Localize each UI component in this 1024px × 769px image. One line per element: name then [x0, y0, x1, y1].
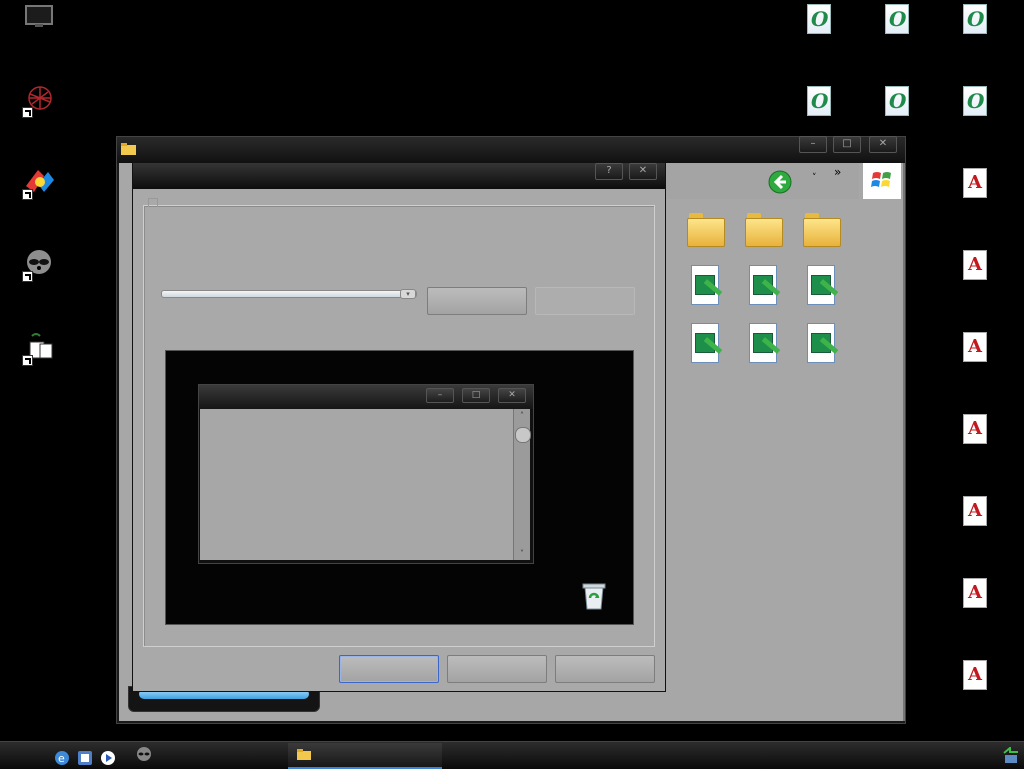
- scroll-thumb: [515, 427, 531, 443]
- preview-close-icon: ✕: [498, 388, 526, 403]
- folder-icon: [121, 143, 136, 155]
- acrobat-icon[interactable]: A: [963, 332, 987, 362]
- explorer-close-button[interactable]: ✕: [869, 136, 897, 153]
- network-tray-icon[interactable]: [1002, 747, 1020, 765]
- back-icon[interactable]: [768, 170, 792, 194]
- explorer-nav-bar: ˅ »: [664, 163, 859, 199]
- opera-icon[interactable]: O: [963, 86, 987, 116]
- explorer-maximize-button[interactable]: □: [833, 136, 861, 153]
- preview-titlebar: – □ ✕: [199, 385, 533, 409]
- monitor-preview: – □ ✕ ˄ ˅: [165, 350, 634, 625]
- dialog-help-button[interactable]: ?: [595, 163, 623, 180]
- folder-icon[interactable]: [687, 213, 725, 247]
- acrobat-icon[interactable]: A: [963, 578, 987, 608]
- back-dropdown-icon[interactable]: ˅: [812, 173, 817, 183]
- folder-icon: [297, 749, 311, 760]
- image-file-icon[interactable]: [805, 323, 839, 367]
- settings-button[interactable]: [427, 287, 527, 315]
- cancel-button[interactable]: [447, 655, 547, 683]
- network-shortcut-icon[interactable]: [22, 84, 56, 118]
- raccoon-app-icon[interactable]: [136, 746, 152, 762]
- windows-logo-icon: [863, 163, 901, 199]
- opera-icon[interactable]: O: [807, 4, 831, 34]
- acrobat-icon[interactable]: A: [963, 660, 987, 690]
- apply-button[interactable]: [555, 655, 655, 683]
- acrobat-icon[interactable]: A: [963, 250, 987, 280]
- preview-body: [200, 409, 513, 560]
- media-player-icon[interactable]: [100, 750, 116, 766]
- acrobat-icon[interactable]: A: [963, 414, 987, 444]
- show-desktop-icon[interactable]: [77, 750, 93, 766]
- preview-window: – □ ✕ ˄ ˅: [198, 384, 534, 564]
- game-shortcut-icon[interactable]: [22, 332, 56, 366]
- folder-icon[interactable]: [803, 213, 841, 247]
- more-icon[interactable]: »: [834, 165, 841, 179]
- chevron-down-icon[interactable]: ▾: [400, 289, 416, 299]
- image-file-icon[interactable]: [689, 323, 723, 367]
- image-file-icon[interactable]: [689, 265, 723, 309]
- opera-icon[interactable]: O: [885, 86, 909, 116]
- tab-stub[interactable]: [148, 198, 158, 207]
- image-file-icon[interactable]: [747, 323, 781, 367]
- recycle-bin-icon: [582, 583, 606, 610]
- internet-explorer-icon[interactable]: e: [54, 750, 70, 766]
- svg-text:e: e: [58, 752, 65, 765]
- background-select[interactable]: ▾: [161, 289, 417, 299]
- taskbar: e: [0, 741, 1024, 769]
- image-file-icon[interactable]: [747, 265, 781, 309]
- preview-scrollbar: ˄ ˅: [513, 409, 531, 560]
- opera-icon[interactable]: O: [885, 4, 909, 34]
- opera-icon[interactable]: O: [963, 4, 987, 34]
- explorer-minimize-button[interactable]: –: [799, 136, 827, 153]
- folder-icon[interactable]: [745, 213, 783, 247]
- raccoon-shortcut-icon[interactable]: [22, 248, 56, 282]
- acrobat-icon[interactable]: A: [963, 168, 987, 198]
- my-computer-icon[interactable]: [24, 4, 58, 38]
- dialog-titlebar[interactable]: ? ✕: [133, 163, 665, 189]
- acrobat-icon[interactable]: A: [963, 496, 987, 526]
- taskbar-explorer-button[interactable]: [288, 743, 442, 769]
- display-properties-dialog: ? ✕ ▾ – □ ✕ ˄ ˅: [132, 162, 666, 692]
- preview-minimize-icon: –: [426, 388, 454, 403]
- opera-icon[interactable]: O: [807, 86, 831, 116]
- explorer-edge: [903, 163, 905, 721]
- explorer-titlebar[interactable]: – □ ✕: [117, 136, 905, 163]
- image-file-icon[interactable]: [805, 265, 839, 309]
- dialog-close-button[interactable]: ✕: [629, 163, 657, 180]
- advanced-button[interactable]: [535, 287, 635, 315]
- app-shortcut-icon[interactable]: [22, 166, 56, 200]
- ok-button[interactable]: [339, 655, 439, 683]
- preview-maximize-icon: □: [462, 388, 490, 403]
